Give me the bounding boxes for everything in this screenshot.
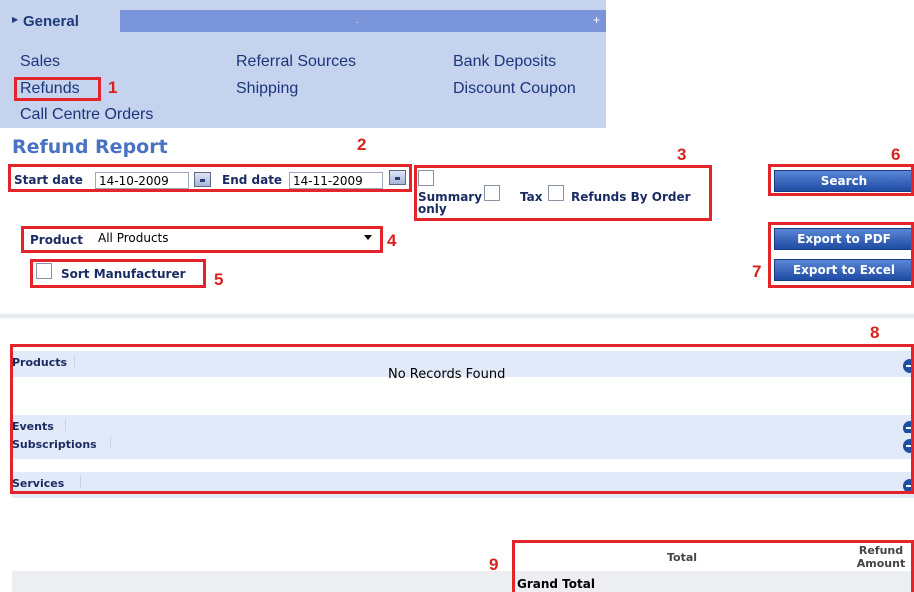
section-separator — [0, 312, 914, 320]
callout-6: 6 — [891, 145, 901, 164]
annotation-box-2 — [8, 164, 412, 192]
general-tab[interactable]: ▶ General — [0, 10, 120, 36]
callout-7: 7 — [752, 262, 762, 281]
annotation-box-3 — [414, 165, 712, 221]
nav-link-discount-coupon[interactable]: Discount Coupon — [453, 80, 576, 98]
nav-header-dot: . — [356, 15, 359, 26]
callout-5: 5 — [214, 270, 224, 289]
annotation-box-4 — [21, 226, 383, 253]
caret-right-icon: ▶ — [12, 15, 19, 24]
callout-3: 3 — [677, 145, 687, 164]
annotation-box-5 — [30, 259, 206, 288]
nav-link-bank-deposits[interactable]: Bank Deposits — [453, 53, 556, 71]
callout-2: 2 — [357, 135, 367, 154]
callout-1: 1 — [108, 78, 118, 97]
nav-header-bar — [120, 10, 606, 32]
nav-link-shipping[interactable]: Shipping — [236, 80, 298, 98]
nav-link-call-centre-orders[interactable]: Call Centre Orders — [20, 106, 153, 124]
annotation-box-6 — [768, 164, 914, 196]
callout-4: 4 — [387, 231, 397, 250]
nav-link-referral-sources[interactable]: Referral Sources — [236, 53, 356, 71]
annotation-box-9 — [512, 540, 914, 592]
annotation-box-7 — [768, 222, 914, 288]
nav-link-sales[interactable]: Sales — [20, 53, 60, 71]
annotation-box-8 — [10, 344, 914, 494]
callout-8: 8 — [870, 323, 880, 342]
nav-expand-plus-icon[interactable]: + — [593, 13, 600, 27]
general-tab-label: General — [23, 13, 79, 30]
callout-9: 9 — [489, 555, 499, 574]
annotation-box-1 — [14, 77, 101, 101]
page-title: Refund Report — [12, 136, 168, 158]
